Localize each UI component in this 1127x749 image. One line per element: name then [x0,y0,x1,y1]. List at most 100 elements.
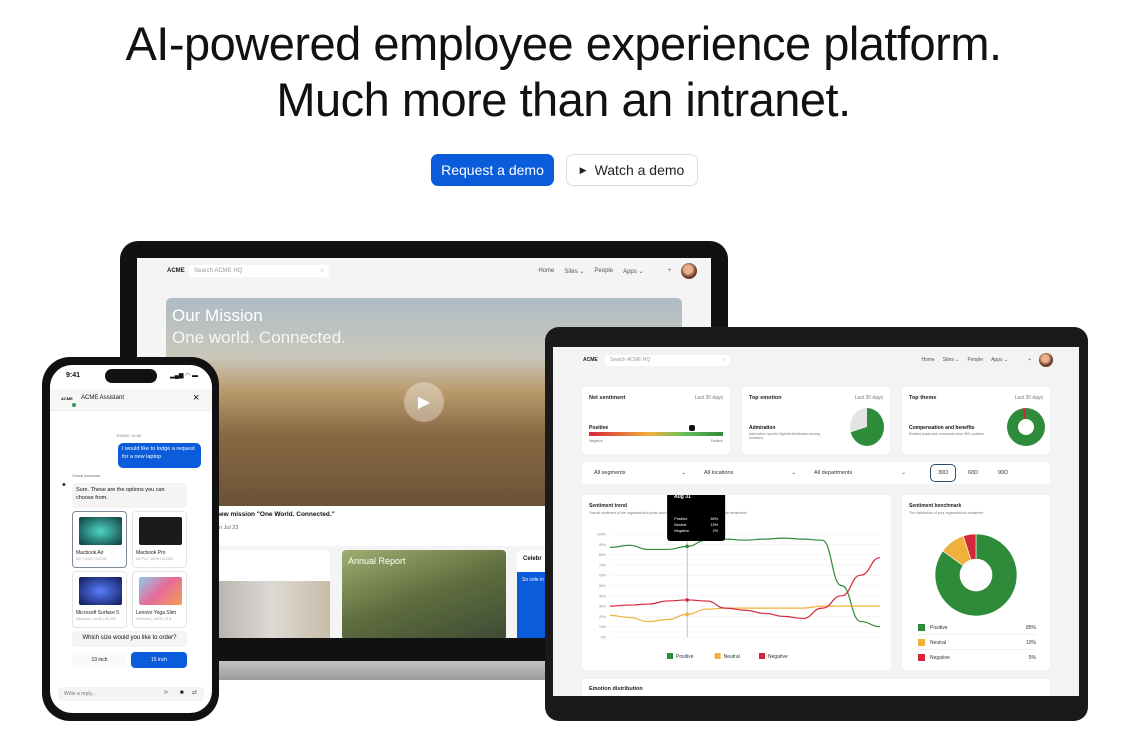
settings-icon[interactable]: ⇄ [192,689,197,696]
y-tick-label: 40% [599,594,606,598]
min-label: Negative [589,439,603,443]
sentiment-value: Positive [589,425,609,431]
phone-screen: 9:41 ▂▄▆ ◠ ▬ ACME ACME Assistant × TODAY… [50,365,212,713]
y-tick-label: 60% [599,574,606,578]
sentiment-trend-chart[interactable]: 100% 90% 80% 70% 60% 50% 40% 30% 20% 10% 0% Positiv… [582,495,891,670]
legend-swatch [918,639,925,646]
reply-input[interactable]: Write a reply... ⊳ ■ ⇄ [58,687,204,701]
legend-swatch [714,653,721,659]
tooltip-label: Neutral [674,523,686,527]
period-label[interactable]: Last 30 days [695,395,723,401]
y-tick-label: 20% [599,615,606,619]
logo: ACME [61,396,73,401]
segment-select[interactable]: All segments ⌄ [586,464,694,482]
avatar[interactable] [1039,353,1053,367]
range-90d[interactable]: 90D [990,464,1016,482]
legend-swatch [667,653,673,659]
search-input[interactable]: Search ACME HQ ○ [189,265,329,277]
nav-home[interactable]: Home [538,268,554,274]
close-icon[interactable]: × [193,392,199,404]
department-select[interactable]: All departments ⌄ [806,464,914,482]
request-demo-button[interactable]: Request a demo [431,154,554,186]
search-input[interactable]: Search ACME HQ ○ [605,354,730,366]
image-icon[interactable]: ■ [180,690,184,696]
watch-demo-button[interactable]: ▶ Watch a demo [566,154,698,186]
theme-desc: Related posts and comments were 95% posi… [909,432,984,436]
watch-demo-label: Watch a demo [594,162,685,178]
send-icon[interactable]: ⊳ [164,689,169,696]
logo: ACME [583,357,598,363]
size-option-15[interactable]: 15 inch [131,652,187,668]
point-neutral [685,612,689,617]
tooltip-value: 15% [711,523,719,527]
emotion-desc: Admiration has the highest distribution … [749,432,821,440]
play-button[interactable]: ▶ [404,382,444,422]
card-title: Celebr [523,556,542,562]
y-tick-label: 0% [601,636,606,640]
tooltip-value: 85% [711,517,719,521]
avatar[interactable] [681,263,697,279]
legend-label: Neutral [930,640,947,646]
search-placeholder: Search ACME HQ [194,268,243,274]
legend-swatch [759,653,765,659]
size-option-13[interactable]: 13 inch [72,652,127,668]
nav-people[interactable]: People [968,357,984,363]
product-option[interactable]: Microsoft Surface 5 Windows | 16GB | 512G… [72,571,127,628]
headline-line-1: AI-powered employee experience platform. [125,17,1002,70]
status-time: 9:41 [66,372,81,379]
sentiment-marker [689,425,696,431]
y-tick-label: 80% [599,553,606,557]
legend-label: Positive [930,625,948,631]
max-label: Positive [710,439,723,443]
period-label[interactable]: Last 30 days [855,395,883,401]
legend-value: 10% [1025,640,1036,646]
search-placeholder: Search ACME HQ [610,357,651,363]
product-option[interactable]: Macbook Air M3 | 16GB | 512GB [72,511,127,568]
range-60d[interactable]: 60D [960,464,986,482]
status-icons: ▂▄▆ ◠ ▬ [170,373,199,379]
legend-swatch [918,624,925,631]
news-headline[interactable]: new mission "One World. Connected." [216,511,335,518]
legend-value: 5% [1028,655,1036,661]
product-option[interactable]: Macbook Pro M3 Pro | 18GB | 512GB [132,511,187,568]
nav-home[interactable]: Home [921,357,934,363]
card-image [215,581,330,640]
chevron-down-icon: ⌄ [681,470,686,476]
product-option[interactable]: Lenovo Yoga Slim Windows | 16GB | 1TB [132,571,187,628]
benchmark-title: Sentiment benchmark [909,503,962,509]
search-icon: ○ [320,268,324,274]
play-icon: ▶ [579,164,587,175]
location-select[interactable]: All locations ⌄ [696,464,804,482]
tablet-screen: ACME Search ACME HQ ○ Home Sites ⌄ People… [553,347,1079,696]
sentiment-gradient-bar [589,432,723,436]
news-card-photo[interactable] [215,550,330,640]
assistant-title: ACME Assistant [81,395,125,401]
top-theme-card: Top theme Last 30 days Compensation and … [902,387,1050,454]
sentiment-trend-card: Sentiment trend Overall sentiment of the… [582,495,891,670]
plus-icon[interactable]: + [1028,357,1031,363]
reply-placeholder: Write a reply... [64,691,96,697]
chevron-down-icon: ⌄ [901,470,906,476]
nav-sites[interactable]: Sites ⌄ [943,357,960,363]
headline-line-2: Much more than an intranet. [276,73,851,126]
benchmark-legend-row: Neutral 10% [918,638,1036,650]
plus-icon[interactable]: + [667,268,671,274]
range-30d[interactable]: 30D [930,464,956,482]
annual-report-card[interactable]: Annual Report [342,550,506,640]
period-label[interactable]: Last 30 days [1015,395,1043,401]
banner-subtitle: One world. Connected. [172,328,346,347]
nav-sites[interactable]: Sites ⌄ [564,268,584,275]
legend-label: Negative [768,654,788,660]
chevron-down-icon: ⌄ [791,470,796,476]
nav-apps[interactable]: Apps ⌄ [623,268,643,275]
nav-people[interactable]: People [594,268,613,274]
user-message: I would like to lodge a request for a ne… [118,443,201,468]
benchmark-legend-row: Negative 5% [918,653,1036,665]
emotion-distribution-title: Emotion distribution [589,686,643,692]
nav-apps[interactable]: Apps ⌄ [991,357,1008,363]
logo: ACME [167,268,185,274]
y-tick-label: 30% [599,605,606,609]
y-tick-label: 90% [599,543,606,547]
series-line-negative [609,557,881,620]
emotion-name: Admiration [749,425,776,431]
